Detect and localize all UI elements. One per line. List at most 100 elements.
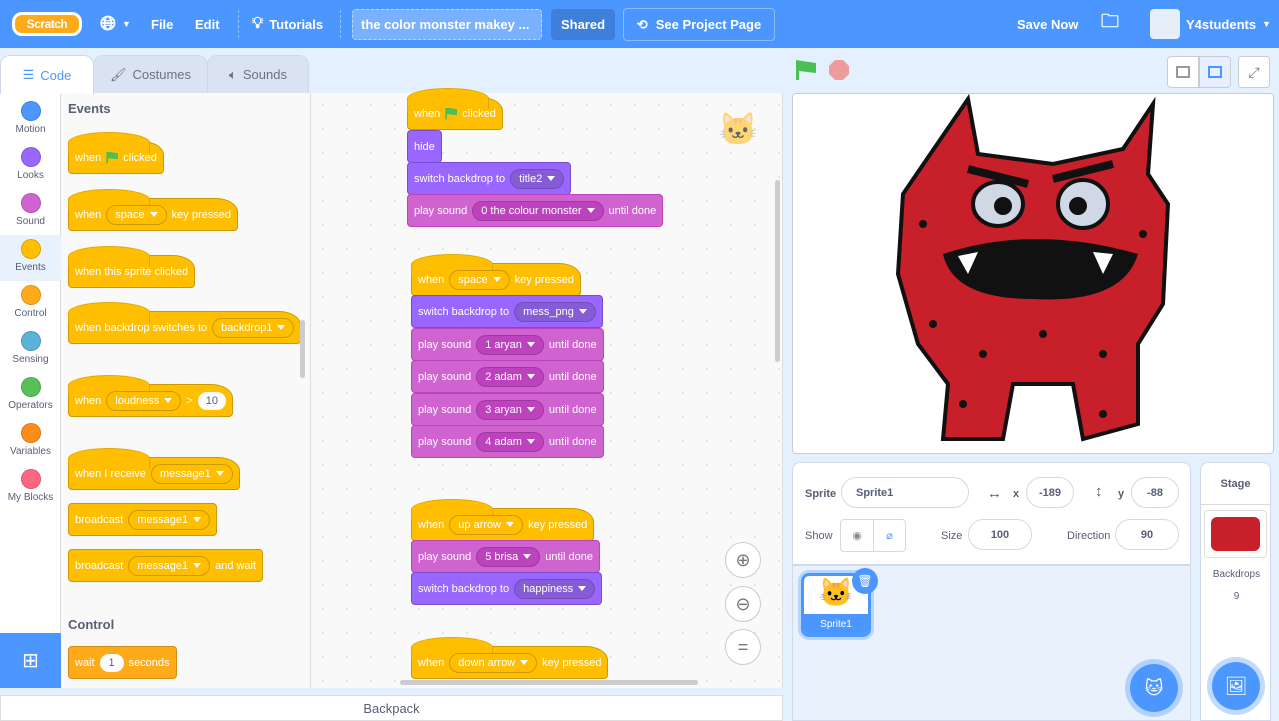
category-variables[interactable]: Variables (0, 419, 61, 465)
block-dropdown[interactable]: down arrow (449, 652, 538, 673)
block-dropdown[interactable]: mess_png (514, 301, 596, 322)
code-block[interactable]: when loudness >10 (68, 375, 234, 417)
stop-button[interactable] (829, 60, 849, 80)
code-block[interactable]: play sound 5 brisa until done (411, 540, 600, 573)
block-dropdown[interactable]: 1 aryan (476, 334, 544, 355)
tab-code[interactable]: ☰ Code (0, 55, 94, 94)
block-dropdown[interactable]: 2 adam (476, 366, 544, 387)
category-motion[interactable]: Motion (0, 97, 61, 143)
category-label: Events (15, 262, 46, 273)
sprite-name-input[interactable]: Sprite1 (841, 477, 969, 508)
code-block[interactable]: switch backdrop to happiness (411, 572, 603, 605)
block-dropdown[interactable]: space (106, 204, 167, 225)
sprite-thumbnail-label: Sprite1 (804, 614, 868, 634)
code-block[interactable]: play sound 4 adam until done (411, 425, 604, 458)
block-dropdown[interactable]: backdrop1 (212, 317, 295, 338)
zoom-out-button[interactable]: ⊖ (725, 586, 761, 622)
delete-sprite-button[interactable]: 🗑︎ (852, 568, 878, 594)
code-block[interactable]: when clicked (68, 132, 164, 174)
category-looks[interactable]: Looks (0, 143, 61, 189)
see-project-page-button[interactable]: ⟲ See Project Page (623, 8, 775, 41)
category-sound[interactable]: Sound (0, 189, 61, 235)
block-text: clicked (462, 107, 496, 120)
x-input[interactable]: -189 (1026, 477, 1074, 508)
show-visible-button[interactable]: ◉ (840, 519, 874, 552)
block-dropdown[interactable]: happiness (514, 578, 596, 599)
folder-icon[interactable]: 🗀 (1101, 0, 1119, 48)
block-text: wait (75, 656, 95, 669)
large-stage-button[interactable] (1199, 56, 1231, 88)
category-events[interactable]: Events (0, 235, 61, 281)
category-sensing[interactable]: Sensing (0, 327, 61, 373)
project-title-input[interactable]: the color monster makey ... (352, 9, 542, 40)
choose-sprite-button[interactable]: 🐱︎ (1130, 664, 1178, 712)
language-menu[interactable]: 🌐︎ ▼ (100, 0, 131, 48)
fullscreen-button[interactable]: ⤢ (1238, 56, 1270, 88)
code-block[interactable]: broadcast message1 (68, 503, 218, 536)
show-label: Show (805, 530, 833, 542)
code-block[interactable]: when clicked (407, 88, 503, 130)
shared-button[interactable]: Shared (551, 9, 615, 40)
block-dropdown[interactable]: space (449, 269, 510, 290)
block-dropdown[interactable]: 0 the colour monster (472, 200, 604, 221)
code-block[interactable]: when backdrop switches to backdrop1 (68, 302, 302, 344)
size-input[interactable]: 100 (968, 519, 1032, 550)
edit-menu[interactable]: Edit (195, 0, 220, 48)
code-icon: ☰ (22, 67, 35, 82)
code-block[interactable]: play sound 2 adam until done (411, 360, 604, 393)
script-horizontal-scrollbar[interactable] (400, 680, 698, 685)
zoom-in-button[interactable]: ⊕ (725, 542, 761, 578)
code-block[interactable]: play sound 3 aryan until done (411, 393, 604, 426)
block-dropdown[interactable]: loudness (106, 390, 182, 411)
category-control[interactable]: Control (0, 281, 61, 327)
add-extension-button[interactable]: ⊞ (0, 633, 61, 688)
backpack[interactable]: Backpack (0, 695, 783, 721)
block-dropdown[interactable]: message1 (128, 509, 211, 530)
block-text: until done (548, 370, 597, 383)
tutorials-button[interactable]: 💡︎ Tutorials (252, 0, 323, 48)
stage-panel[interactable]: Stage Backdrops 9 🖼︎ (1200, 462, 1271, 721)
block-dropdown[interactable]: 3 aryan (476, 399, 544, 420)
block-dropdown[interactable]: message1 (128, 555, 211, 576)
code-block[interactable]: when this sprite clicked (68, 246, 196, 288)
code-block[interactable]: play sound 0 the colour monster until done (407, 194, 664, 227)
account-menu[interactable]: Y4students ▼ (1150, 0, 1271, 48)
choose-backdrop-button[interactable]: 🖼︎ (1212, 662, 1260, 710)
show-hidden-button[interactable]: ⌀ (873, 519, 906, 552)
block-dropdown[interactable]: 5 brisa (476, 546, 541, 567)
code-block[interactable]: broadcast message1 and wait (68, 549, 264, 582)
code-block[interactable]: when space key pressed (411, 254, 581, 296)
small-stage-button[interactable] (1167, 56, 1199, 88)
code-block[interactable]: wait 1 seconds (68, 646, 177, 679)
block-number-input[interactable]: 10 (197, 391, 227, 410)
palette-scrollbar[interactable] (300, 320, 305, 378)
tab-sounds[interactable]: 🔈︎ Sounds (207, 55, 309, 93)
sprite-label: Sprite (805, 488, 837, 500)
code-block[interactable]: when space key pressed (68, 189, 238, 231)
script-vertical-scrollbar[interactable] (775, 180, 780, 362)
green-flag-button[interactable] (796, 60, 818, 80)
save-now-button[interactable]: Save Now (1017, 0, 1078, 48)
block-dropdown[interactable]: 4 adam (476, 431, 544, 452)
zoom-reset-button[interactable]: = (725, 629, 761, 665)
category-my-blocks[interactable]: My Blocks (0, 465, 61, 511)
block-dropdown[interactable]: title2 (510, 168, 565, 189)
block-number-input[interactable]: 1 (99, 653, 124, 672)
tab-costumes[interactable]: 🖌︎ Costumes (93, 55, 208, 93)
block-dropdown[interactable]: message1 (150, 463, 233, 484)
code-block[interactable]: when down arrow key pressed (411, 637, 609, 679)
sprite-info-panel: Sprite Sprite1 ↔ x -189 ↕ y -88 Show ◉ ⌀… (792, 462, 1191, 565)
scratch-logo[interactable]: Scratch (12, 12, 82, 36)
code-block[interactable]: play sound 1 aryan until done (411, 328, 604, 361)
stage-canvas[interactable] (792, 93, 1274, 454)
block-dropdown[interactable]: up arrow (449, 514, 524, 535)
code-block[interactable]: when up arrow key pressed (411, 499, 595, 541)
y-input[interactable]: -88 (1131, 477, 1179, 508)
file-menu[interactable]: File (151, 0, 173, 48)
code-block[interactable]: switch backdrop to title2 (407, 162, 572, 195)
code-block[interactable]: hide (407, 130, 442, 163)
category-operators[interactable]: Operators (0, 373, 61, 419)
code-block[interactable]: switch backdrop to mess_png (411, 295, 603, 328)
code-block[interactable]: when I receive message1 (68, 448, 240, 490)
direction-input[interactable]: 90 (1115, 519, 1179, 550)
